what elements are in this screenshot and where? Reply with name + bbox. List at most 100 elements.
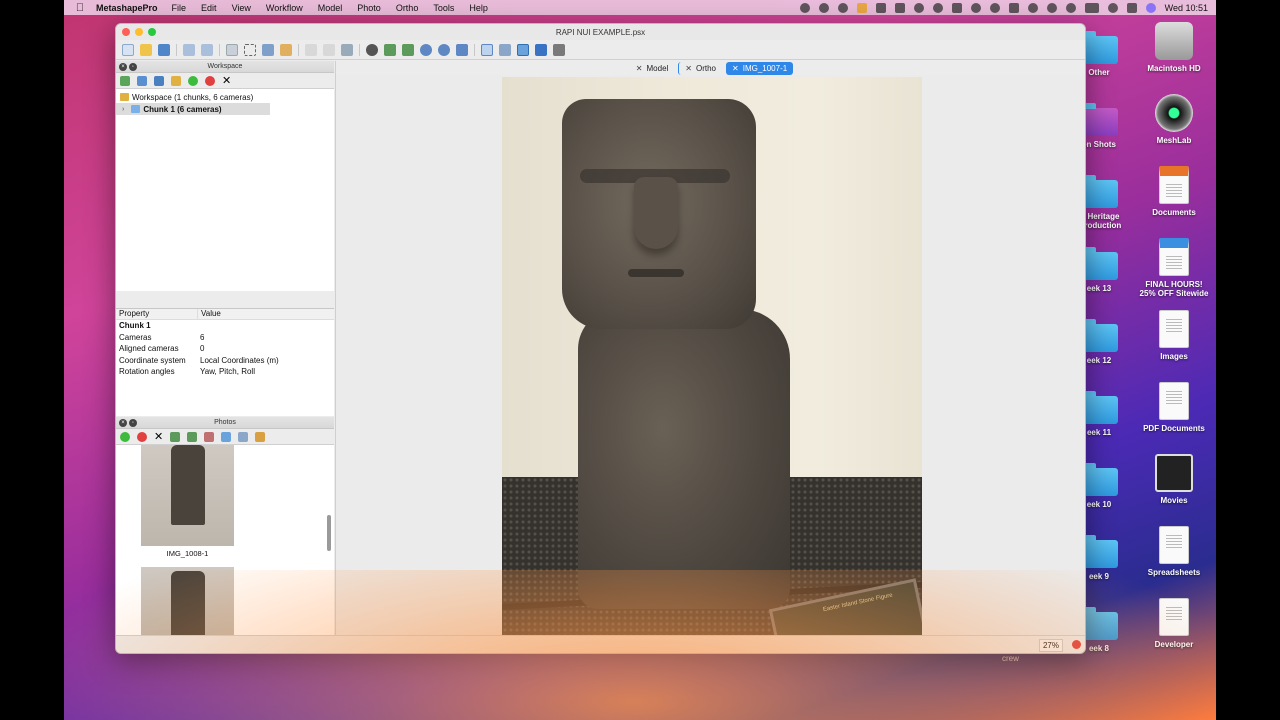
zoom-in-icon[interactable] <box>420 43 432 56</box>
desktop-item-macintosh-hd[interactable]: Macintosh HD <box>1129 22 1216 73</box>
copy-icon[interactable] <box>323 43 335 56</box>
rotate-right-icon[interactable] <box>187 431 198 442</box>
enable-cameras-icon[interactable] <box>120 431 130 442</box>
view-options-icon[interactable] <box>255 431 266 442</box>
menu-model[interactable]: Model <box>318 3 343 13</box>
reset-view-icon[interactable] <box>481 43 493 56</box>
contrast-icon[interactable] <box>366 43 378 56</box>
column-property[interactable]: Property <box>116 309 197 319</box>
minimize-window-button[interactable] <box>135 28 143 36</box>
remove-cameras-icon[interactable]: ✕ <box>154 431 163 442</box>
menu-ortho[interactable]: Ortho <box>396 3 419 13</box>
zoom-level[interactable]: 27% <box>1038 639 1063 652</box>
tab-ortho[interactable]: ✕ Ortho <box>678 61 722 75</box>
globe-icon[interactable] <box>913 2 924 13</box>
siri-icon[interactable] <box>1145 2 1156 13</box>
battery-icon[interactable] <box>1084 2 1099 13</box>
ruler-icon[interactable] <box>262 43 274 56</box>
panel-close-icon[interactable]: × <box>119 419 127 427</box>
photo-thumbnail[interactable] <box>141 567 234 637</box>
add-photos-icon[interactable] <box>137 75 147 86</box>
menu-workflow[interactable]: Workflow <box>266 3 303 13</box>
panel-float-icon[interactable]: ◦ <box>129 419 137 427</box>
mask-icon[interactable] <box>499 43 511 56</box>
add-chunk-icon[interactable] <box>120 75 130 86</box>
apple-menu-icon[interactable]:  <box>64 2 96 14</box>
show-masks-icon[interactable] <box>221 431 232 442</box>
clock[interactable]: Wed 10:51 <box>1165 3 1208 13</box>
desktop-item-pdf-documents[interactable]: PDF Documents <box>1129 382 1216 433</box>
desktop-item-developer[interactable]: Developer <box>1129 598 1216 649</box>
menu-edit[interactable]: Edit <box>201 3 217 13</box>
screen-icon[interactable] <box>875 2 886 13</box>
show-cameras-icon[interactable] <box>517 43 529 56</box>
creative-cloud-icon[interactable] <box>837 2 848 13</box>
property-row[interactable]: Rotation angles Yaw, Pitch, Roll <box>116 366 334 378</box>
volume-icon[interactable] <box>1046 2 1057 13</box>
rotate-left-icon[interactable] <box>384 43 396 56</box>
rotate-right-icon[interactable] <box>402 43 414 56</box>
maximize-window-button[interactable] <box>148 28 156 36</box>
wifi-icon[interactable] <box>1065 2 1076 13</box>
redo-icon[interactable] <box>201 43 213 56</box>
move-icon[interactable] <box>456 43 468 56</box>
record-icon[interactable] <box>799 2 810 13</box>
view-details-icon[interactable] <box>238 431 249 442</box>
rotate-left-icon[interactable] <box>170 431 181 442</box>
chevron-right-icon[interactable]: › <box>122 106 124 113</box>
close-tab-icon[interactable]: ✕ <box>732 64 739 73</box>
desktop-item-documents[interactable]: Documents <box>1129 166 1216 217</box>
new-project-icon[interactable] <box>122 43 134 56</box>
search-icon[interactable] <box>1107 2 1118 13</box>
remove-icon[interactable]: ✕ <box>222 75 231 86</box>
menu-file[interactable]: File <box>172 3 187 13</box>
undo-icon[interactable] <box>183 43 195 56</box>
menu-tools[interactable]: Tools <box>433 3 454 13</box>
rectangle-selection-icon[interactable] <box>244 43 256 56</box>
zoom-out-icon[interactable] <box>438 43 450 56</box>
disable-icon[interactable] <box>205 75 215 86</box>
tab-model[interactable]: ✕ Model <box>630 62 675 75</box>
panel-close-icon[interactable]: × <box>119 63 127 71</box>
menu-photo[interactable]: Photo <box>357 3 381 13</box>
markers-icon[interactable] <box>535 43 547 56</box>
tree-item-workspace[interactable]: Workspace (1 chunks, 6 cameras) <box>116 91 334 103</box>
close-tab-icon[interactable]: ✕ <box>685 64 692 73</box>
photo-list-scrollbar[interactable] <box>327 515 331 551</box>
bluetooth-icon[interactable] <box>1027 2 1038 13</box>
reset-mask-icon[interactable] <box>204 431 215 442</box>
window-icon[interactable] <box>894 2 905 13</box>
menu-view[interactable]: View <box>232 3 251 13</box>
close-tab-icon[interactable]: ✕ <box>636 64 643 73</box>
import-icon[interactable] <box>171 75 181 86</box>
app-menu[interactable]: MetashapePro <box>96 3 158 13</box>
desktop-item-movies[interactable]: Movies <box>1129 454 1216 505</box>
photo-thumbnail[interactable] <box>141 445 234 546</box>
property-row[interactable]: Coordinate system Local Coordinates (m) <box>116 355 334 367</box>
open-project-icon[interactable] <box>140 43 152 56</box>
grid-options-icon[interactable] <box>553 43 565 56</box>
edit-icon[interactable] <box>341 43 353 56</box>
control-center-icon[interactable] <box>1126 2 1137 13</box>
desktop-item-spreadsheets[interactable]: Spreadsheets <box>1129 526 1216 577</box>
navigation-tool-icon[interactable] <box>226 43 238 56</box>
photo-viewer[interactable]: Easter Island Stone Figure <box>502 77 922 637</box>
draw-tool-icon[interactable] <box>280 43 292 56</box>
menu-help[interactable]: Help <box>469 3 488 13</box>
property-row[interactable]: Cameras 6 <box>116 332 334 344</box>
add-folder-icon[interactable] <box>154 75 164 86</box>
desktop-item-meshlab[interactable]: MeshLab <box>1129 94 1216 145</box>
disable-cameras-icon[interactable] <box>137 431 147 442</box>
crop-icon[interactable] <box>305 43 317 56</box>
clipboard-icon[interactable] <box>951 2 962 13</box>
record-indicator-icon[interactable] <box>1072 640 1081 649</box>
broom-icon[interactable] <box>989 2 1000 13</box>
screens-icon[interactable] <box>1008 2 1019 13</box>
save-project-icon[interactable] <box>158 43 170 56</box>
cloud-icon[interactable] <box>818 2 829 13</box>
column-value[interactable]: Value <box>197 309 221 319</box>
panel-float-icon[interactable]: ◦ <box>129 63 137 71</box>
grammarly-icon[interactable] <box>932 2 943 13</box>
tree-item-chunk-1[interactable]: › Chunk 1 (6 cameras) <box>116 103 270 115</box>
warning-icon[interactable] <box>856 2 867 13</box>
